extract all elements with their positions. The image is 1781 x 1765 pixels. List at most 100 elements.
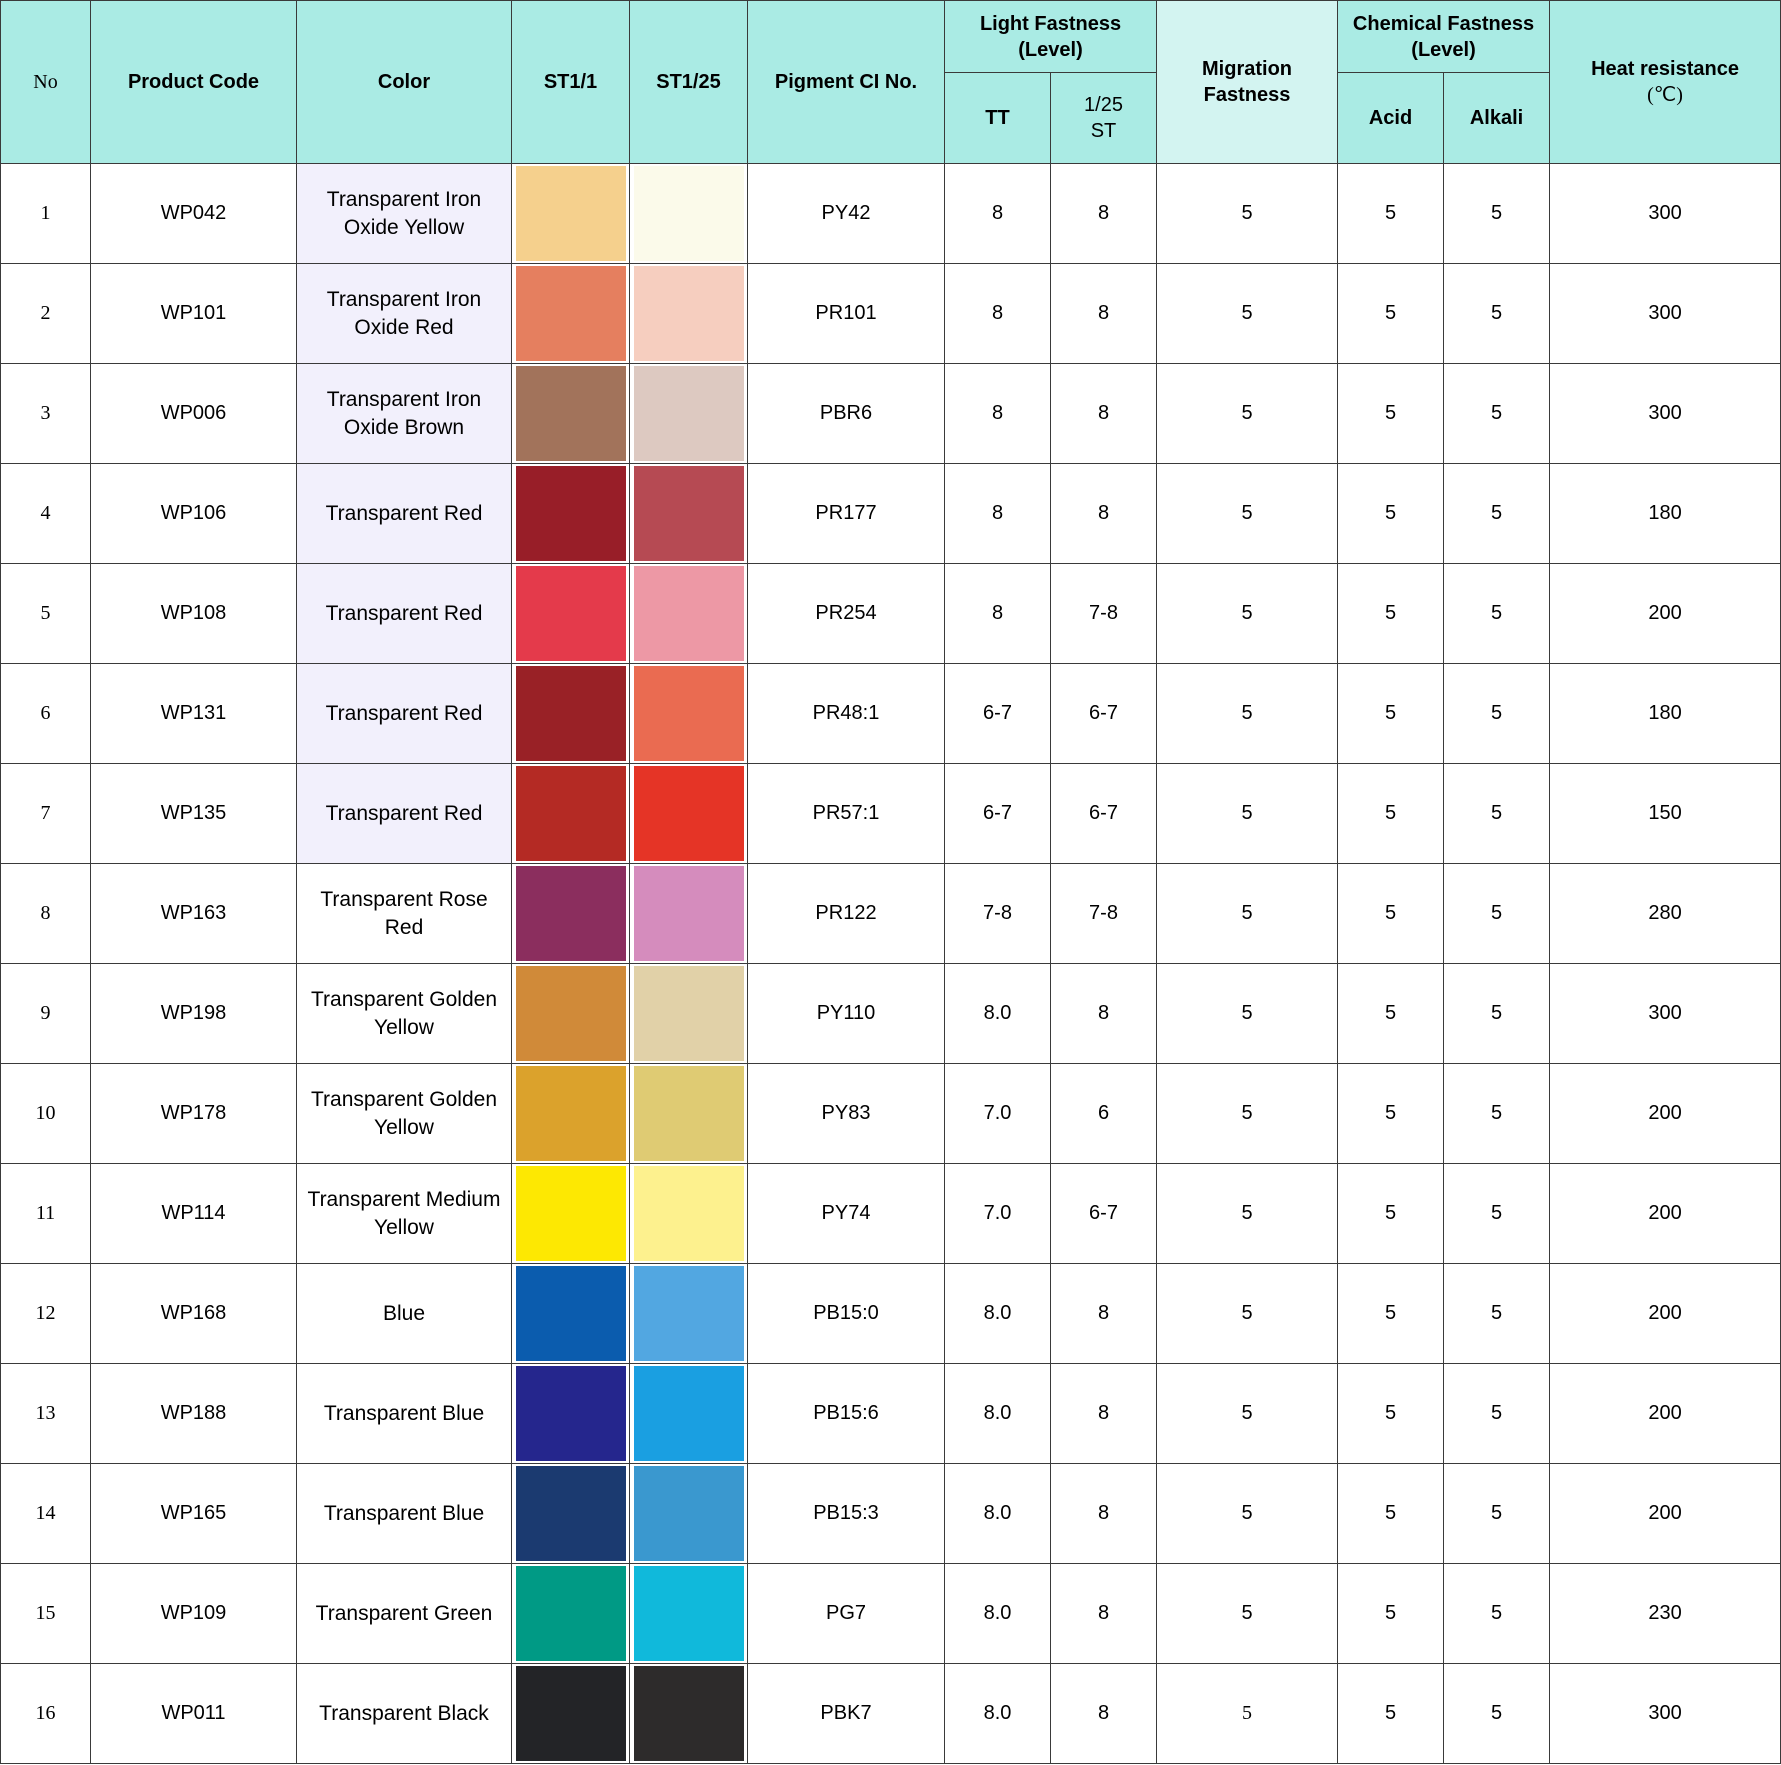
light-st: 8 (1049, 1663, 1158, 1764)
acid: 5 (1337, 363, 1445, 464)
swatch-st1-1-cell (511, 1163, 630, 1264)
color-name: Transparent Medium Yellow (296, 1163, 512, 1264)
product-code: WP131 (90, 663, 297, 764)
light-st: 6-7 (1049, 1163, 1158, 1264)
swatch-st1-25-cell (629, 1463, 748, 1564)
swatch-st1-25 (633, 1366, 744, 1461)
migration: 5 (1156, 763, 1339, 864)
table-row: 9 WP198 Transparent Golden Yellow PY110 8.0 8 5… (0, 963, 1781, 1064)
migration: 5 (1156, 1463, 1339, 1564)
light-st: 7-8 (1049, 563, 1158, 664)
header-chemical-line2: (Level) (1411, 38, 1476, 61)
color-name-line: Transparent Iron (326, 187, 482, 211)
pigment-table: No Product Code Color ST1/1 ST1/25 Pigme… (0, 0, 1781, 1764)
swatch-st1-1-cell (511, 1263, 630, 1364)
swatch-st1-25-cell (629, 1563, 748, 1664)
swatch-st1-1 (515, 866, 626, 961)
heat-resistance: 200 (1549, 1163, 1781, 1264)
light-tt: 8.0 (944, 1463, 1051, 1564)
swatch-st1-25 (633, 666, 744, 761)
color-name-line: Yellow (374, 1115, 434, 1139)
swatch-st1-1 (515, 466, 626, 561)
light-tt: 8 (944, 363, 1051, 464)
heat-resistance: 150 (1549, 763, 1781, 864)
alkali: 5 (1443, 163, 1551, 264)
swatch-st1-1-cell (511, 1363, 630, 1464)
product-code: WP109 (90, 1563, 297, 1664)
acid: 5 (1337, 1563, 1445, 1664)
acid: 5 (1337, 663, 1445, 764)
header-st-125: 1/25 ST (1049, 72, 1158, 164)
color-name-line: Transparent Red (325, 501, 483, 525)
swatch-st1-25 (633, 366, 744, 461)
swatch-st1-1-cell (511, 763, 630, 864)
swatch-st1-1-cell (511, 663, 630, 764)
alkali: 5 (1443, 1363, 1551, 1464)
alkali: 5 (1443, 263, 1551, 364)
table-row: 11 WP114 Transparent Medium Yellow PY74 7.0 6-… (0, 1163, 1781, 1264)
swatch-st1-1-cell (511, 263, 630, 364)
row-no: 7 (0, 763, 91, 864)
swatch-st1-25 (633, 966, 744, 1061)
color-name-line: Transparent Rose (320, 887, 488, 911)
color-name-line: Red (384, 915, 424, 939)
swatch-st1-25 (633, 266, 744, 361)
header-light-fastness: Light Fastness (Level) (943, 0, 1158, 73)
light-tt: 6-7 (944, 663, 1051, 764)
pigment-ci: PB15:6 (747, 1363, 945, 1464)
light-tt: 8.0 (944, 1663, 1051, 1764)
acid: 5 (1337, 163, 1445, 264)
color-name: Transparent Iron Oxide Brown (296, 363, 512, 464)
color-name: Transparent Red (296, 563, 512, 664)
header-color: Color (296, 0, 512, 164)
product-code: WP168 (90, 1263, 297, 1364)
swatch-st1-25-cell (629, 763, 748, 864)
heat-resistance: 280 (1549, 863, 1781, 964)
heat-resistance: 300 (1549, 263, 1781, 364)
product-code: WP198 (90, 963, 297, 1064)
table-row: 5 WP108 Transparent Red PR254 8 7-8 5 5 5 200 (0, 563, 1781, 664)
light-st: 6-7 (1049, 663, 1158, 764)
alkali: 5 (1443, 663, 1551, 764)
color-name-line: Transparent Golden (311, 987, 497, 1011)
swatch-st1-1-cell (511, 363, 630, 464)
header-heat-unit: (℃) (1647, 84, 1683, 106)
light-tt: 8 (944, 163, 1051, 264)
row-no: 10 (0, 1063, 91, 1164)
heat-resistance: 300 (1549, 163, 1781, 264)
swatch-st1-1 (515, 1466, 626, 1561)
table-row: 14 WP165 Transparent Blue PB15:3 8.0 8 5 5 5 200 (0, 1463, 1781, 1564)
swatch-st1-25 (633, 466, 744, 561)
row-no: 1 (0, 163, 91, 264)
migration: 5 (1156, 1263, 1339, 1364)
light-st: 8 (1049, 263, 1158, 364)
table-row: 13 WP188 Transparent Blue PB15:6 8.0 8 5 5 5 200 (0, 1363, 1781, 1464)
acid: 5 (1337, 1363, 1445, 1464)
table-row: 4 WP106 Transparent Red PR177 8 8 5 5 5 180 (0, 463, 1781, 564)
heat-resistance: 200 (1549, 1463, 1781, 1564)
migration: 5 (1156, 663, 1339, 764)
pigment-ci: PY42 (747, 163, 945, 264)
swatch-st1-25-cell (629, 1163, 748, 1264)
header-product-code: Product Code (90, 0, 297, 164)
light-st: 8 (1049, 363, 1158, 464)
swatch-st1-1 (515, 266, 626, 361)
pigment-ci: PR122 (747, 863, 945, 964)
migration: 5 (1156, 963, 1339, 1064)
swatch-st1-25-cell (629, 863, 748, 964)
color-name-line: Transparent Blue (323, 1401, 485, 1425)
light-st: 8 (1049, 963, 1158, 1064)
swatch-st1-25 (633, 1666, 744, 1761)
header-st-125-line1: 1/25 (1084, 94, 1123, 116)
table-row: 12 WP168 Blue PB15:0 8.0 8 5 5 5 200 (0, 1263, 1781, 1364)
product-code: WP188 (90, 1363, 297, 1464)
alkali: 5 (1443, 863, 1551, 964)
swatch-st1-25 (633, 166, 744, 261)
pigment-ci: PR101 (747, 263, 945, 364)
header-st1-1: ST1/1 (511, 0, 630, 164)
color-name-line: Oxide Red (354, 315, 454, 339)
table-row: 10 WP178 Transparent Golden Yellow PY83 7.0 6 5… (0, 1063, 1781, 1164)
color-name-line: Blue (382, 1301, 426, 1325)
light-st: 8 (1049, 1363, 1158, 1464)
color-name-line: Transparent Red (325, 601, 483, 625)
